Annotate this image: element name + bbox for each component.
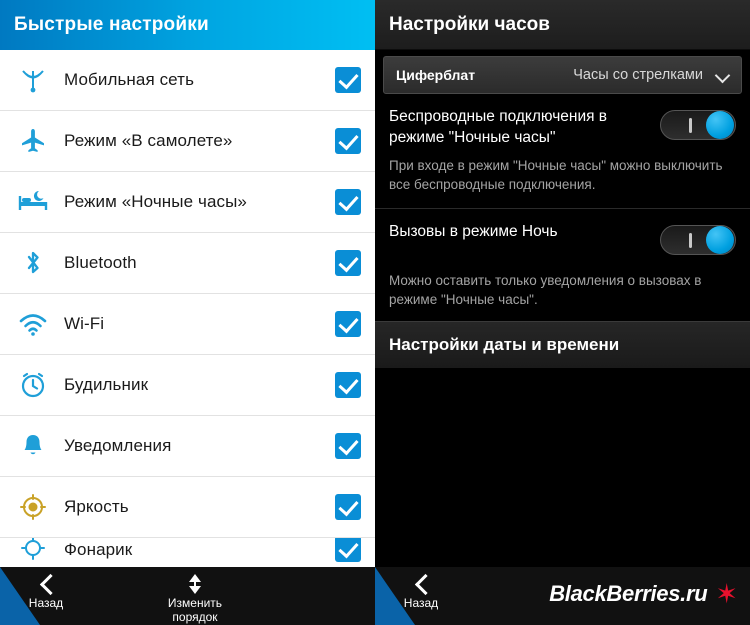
back-button-label: Назад <box>403 596 439 610</box>
quick-settings-header: Быстрые настройки <box>0 0 375 50</box>
bed-icon <box>10 179 56 225</box>
list-item-label: Мобильная сеть <box>64 70 195 89</box>
toggle-knob <box>706 226 734 254</box>
checkbox[interactable] <box>335 494 361 520</box>
checkbox[interactable] <box>335 189 361 215</box>
checkbox[interactable] <box>335 250 361 276</box>
watermark: BlackBerries.ru ✶ <box>549 579 738 609</box>
up-down-arrows-icon <box>184 573 206 595</box>
checkbox[interactable] <box>335 372 361 398</box>
toggle-knob <box>706 111 734 139</box>
cellular-signal-icon <box>10 57 56 103</box>
reorder-button-label: Изменить порядок <box>167 596 223 624</box>
list-item-label: Режим «Ночные часы» <box>64 192 247 211</box>
reorder-button[interactable]: Изменить порядок <box>150 573 240 624</box>
back-button[interactable]: Назад <box>14 573 78 610</box>
calls-setting-description: Можно оставить только уведомления о вызо… <box>389 273 702 307</box>
checkbox[interactable] <box>335 67 361 93</box>
list-item-label: Яркость <box>64 497 129 516</box>
list-item[interactable]: Режим «Ночные часы» <box>0 172 375 233</box>
list-item[interactable]: Режим «В самолете» <box>0 111 375 172</box>
wireless-setting-description: При входе в режим "Ночные часы" можно вы… <box>389 158 723 192</box>
chevron-left-icon <box>411 575 431 595</box>
list-item-label: Режим «В самолете» <box>64 131 233 150</box>
list-item[interactable]: Будильник <box>0 355 375 416</box>
date-time-settings-label: Настройки даты и времени <box>389 335 620 354</box>
checkbox[interactable] <box>335 433 361 459</box>
wireless-setting-toggle[interactable] <box>660 110 736 140</box>
checkbox[interactable] <box>335 128 361 154</box>
wireless-setting-block: Беспроводные подключения в режиме "Ночны… <box>375 94 750 194</box>
screenshot-root: Быстрые настройки Мобильная сеть Режим «… <box>0 0 750 625</box>
list-item-label: Фонарик <box>64 540 133 559</box>
checkbox[interactable] <box>335 538 361 562</box>
page-title: Быстрые настройки <box>14 14 209 35</box>
quick-settings-list: Мобильная сеть Режим «В самолете» Режим … <box>0 50 375 625</box>
checkbox[interactable] <box>335 311 361 337</box>
chevron-left-icon <box>36 575 56 595</box>
dial-face-select[interactable]: Циферблат Часы со стрелками <box>383 56 742 94</box>
wireless-setting-label: Беспроводные подключения в режиме "Ночны… <box>389 108 608 146</box>
wireless-setting-row[interactable]: Беспроводные подключения в режиме "Ночны… <box>389 106 736 150</box>
bell-icon <box>10 423 56 469</box>
toggle-bar-icon <box>689 233 692 248</box>
airplane-icon <box>10 118 56 164</box>
calls-setting-label: Вызовы в режиме Ночь <box>389 223 558 240</box>
quick-settings-panel: Быстрые настройки Мобильная сеть Режим «… <box>0 0 375 625</box>
list-item[interactable]: Bluetooth <box>0 233 375 294</box>
right-bottom-bar: Назад BlackBerries.ru ✶ <box>375 567 750 625</box>
list-item[interactable]: Мобильная сеть <box>0 50 375 111</box>
list-item-label: Wi-Fi <box>64 314 105 333</box>
list-item-label: Будильник <box>64 375 149 394</box>
dial-face-value: Часы со стрелками <box>573 67 703 83</box>
calls-setting-row[interactable]: Вызовы в режиме Ночь <box>389 221 736 265</box>
list-item[interactable]: Уведомления <box>0 416 375 477</box>
back-button-label: Назад <box>28 596 64 610</box>
wifi-icon <box>10 301 56 347</box>
left-bottom-bar: Назад Изменить порядок <box>0 567 375 625</box>
bluetooth-icon <box>10 240 56 286</box>
dial-face-label: Циферблат <box>396 67 476 83</box>
calls-setting-toggle[interactable] <box>660 225 736 255</box>
clock-settings-panel: Настройки часов Циферблат Часы со стрелк… <box>375 0 750 625</box>
clock-settings-header: Настройки часов <box>375 0 750 50</box>
toggle-bar-icon <box>689 118 692 133</box>
date-time-settings-row[interactable]: Настройки даты и времени <box>375 321 750 369</box>
alarm-clock-icon <box>10 362 56 408</box>
calls-setting-block: Вызовы в режиме Ночь Можно оставить толь… <box>375 209 750 309</box>
back-button[interactable]: Назад <box>389 573 453 610</box>
star-icon: ✶ <box>715 579 738 609</box>
list-item-label: Уведомления <box>64 436 172 455</box>
list-item-label: Bluetooth <box>64 253 137 272</box>
list-item[interactable]: Яркость <box>0 477 375 538</box>
page-title: Настройки часов <box>389 13 550 35</box>
list-item[interactable]: Wi-Fi <box>0 294 375 355</box>
watermark-text: BlackBerries.ru <box>549 581 708 606</box>
chevron-down-icon[interactable] <box>715 67 731 83</box>
brightness-icon <box>10 484 56 530</box>
